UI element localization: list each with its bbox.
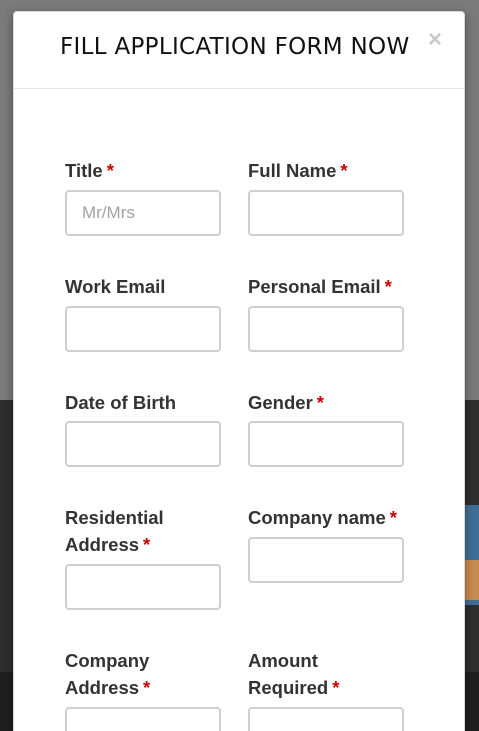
required-marker: * — [384, 276, 392, 297]
required-marker: * — [143, 534, 151, 555]
personal-email-input[interactable] — [248, 306, 404, 352]
modal-title: FILL APPLICATION FORM NOW — [60, 34, 410, 60]
field-label-work-email: Work Email — [65, 276, 166, 297]
amount-required-input[interactable] — [248, 707, 404, 731]
company-name-input[interactable] — [248, 537, 404, 583]
field-label-company-name: Company name * — [248, 507, 397, 528]
residential-address-input[interactable] — [65, 564, 221, 610]
field-company-name: Company name * — [248, 504, 404, 583]
application-form-modal: FILL APPLICATION FORM NOW × Title* Full … — [13, 11, 465, 731]
field-label-full-name: Full Name * — [248, 160, 348, 181]
field-label-gender: Gender * — [248, 392, 324, 413]
company-address-input[interactable] — [65, 707, 221, 731]
field-amount-required: Amount Required * — [248, 647, 404, 731]
field-residential-address: Residential Address * — [65, 504, 221, 610]
field-label-company-address: Company Address * — [65, 650, 151, 698]
modal-header: FILL APPLICATION FORM NOW × — [14, 12, 464, 89]
field-title: Title * — [65, 157, 221, 236]
full-name-input[interactable] — [248, 190, 404, 236]
required-marker: * — [332, 677, 340, 698]
field-personal-email: Personal Email * — [248, 273, 404, 352]
required-marker: * — [389, 507, 397, 528]
required-marker: * — [143, 677, 151, 698]
field-label-date-of-birth: Date of Birth — [65, 392, 176, 413]
field-gender: Gender * — [248, 389, 404, 467]
close-icon[interactable]: × — [428, 28, 442, 52]
field-label-title: Title * — [65, 160, 114, 181]
field-label-personal-email: Personal Email * — [248, 276, 392, 297]
work-email-input[interactable] — [65, 306, 221, 352]
required-marker: * — [340, 160, 348, 181]
field-full-name: Full Name * — [248, 157, 404, 236]
required-marker: * — [316, 392, 324, 413]
date-of-birth-input[interactable] — [65, 421, 221, 467]
gender-input[interactable] — [248, 421, 404, 467]
field-label-amount-required: Amount Required * — [248, 650, 340, 698]
title-input[interactable] — [65, 190, 221, 236]
required-marker: * — [106, 160, 114, 181]
page-backdrop-image-detail — [465, 560, 479, 600]
field-work-email: Work Email — [65, 273, 221, 352]
field-company-address: Company Address * — [65, 647, 221, 731]
field-date-of-birth: Date of Birth — [65, 389, 221, 467]
field-label-residential-address: Residential Address * — [65, 507, 164, 555]
